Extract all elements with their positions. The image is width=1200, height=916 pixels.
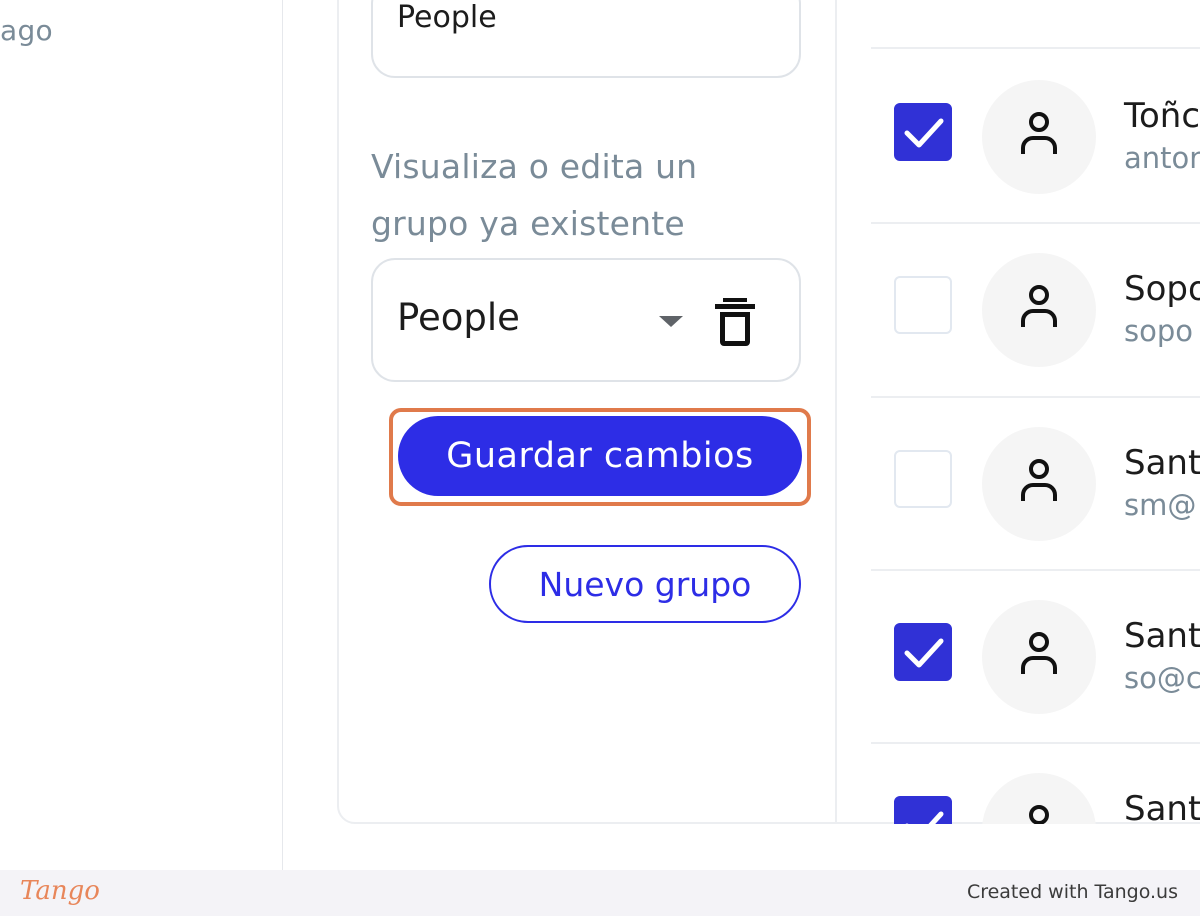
avatar (982, 600, 1096, 714)
user-email: anton (1124, 141, 1200, 175)
person-icon (1021, 285, 1057, 327)
person-icon (1021, 459, 1057, 501)
person-icon (1021, 632, 1057, 674)
user-email: sopo (1124, 314, 1194, 348)
tango-logo: Tango (20, 876, 100, 906)
group-name-input[interactable]: People (371, 0, 801, 78)
avatar (982, 253, 1096, 367)
footer-credit: Created with Tango.us (966, 881, 1178, 903)
sidebar: ago (0, 0, 283, 870)
user-name: Sant (1124, 616, 1200, 656)
user-name: Toñc (1124, 96, 1200, 136)
user-checkbox[interactable] (894, 450, 952, 508)
user-checkbox[interactable] (894, 276, 952, 334)
user-name: Sant (1124, 789, 1200, 824)
footer: Tango Created with Tango.us (0, 870, 1200, 916)
user-checkbox[interactable] (894, 623, 952, 681)
user-email: so@c (1124, 661, 1200, 695)
user-email: sm@ (1124, 488, 1197, 522)
avatar (982, 773, 1096, 824)
user-checkbox[interactable] (894, 796, 952, 824)
row-divider (871, 222, 1200, 224)
row-divider (871, 569, 1200, 571)
avatar (982, 427, 1096, 541)
person-icon (1029, 805, 1049, 824)
selected-group-value: People (397, 296, 520, 339)
user-name: Sopo (1124, 269, 1200, 309)
column-divider (835, 0, 837, 824)
clipped-row: Sant (871, 744, 1200, 824)
person-icon (1021, 112, 1057, 154)
trash-icon[interactable] (715, 298, 755, 346)
avatar (982, 80, 1096, 194)
row-divider (871, 396, 1200, 398)
user-name: Sant (1124, 443, 1200, 483)
check-icon (905, 811, 944, 824)
row-divider (871, 47, 1200, 49)
edit-group-helper-text: Visualiza o edita un grupo ya existente (371, 147, 698, 243)
group-name-value: People (397, 0, 497, 35)
new-group-button[interactable]: Nuevo grupo (489, 545, 801, 623)
caret-down-icon[interactable] (659, 316, 683, 327)
save-changes-button[interactable]: Guardar cambios (398, 416, 802, 496)
group-select[interactable]: People (371, 258, 801, 382)
sidebar-text: ago (0, 14, 53, 47)
check-icon (904, 638, 944, 668)
user-checkbox[interactable] (894, 103, 952, 161)
check-icon (904, 118, 944, 148)
